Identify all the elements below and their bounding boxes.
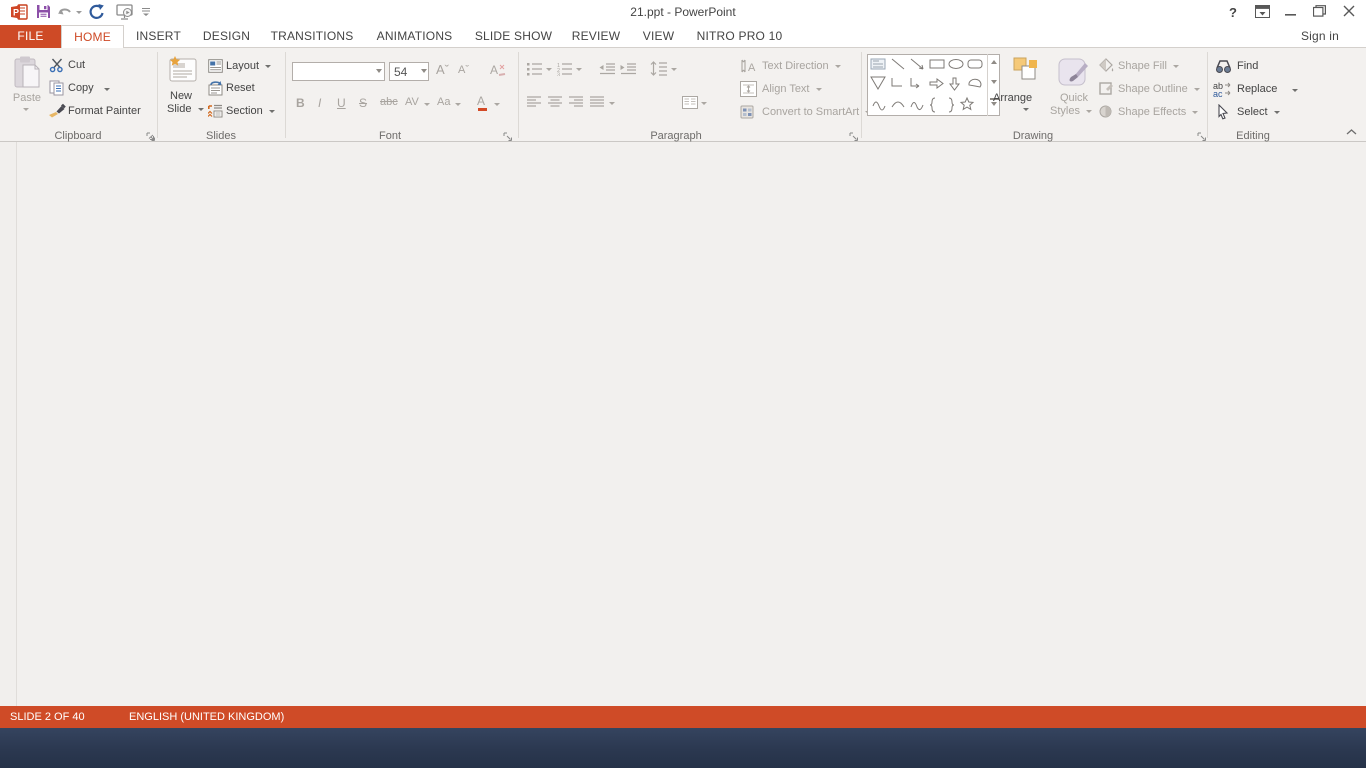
svg-text:ac: ac [1213, 89, 1223, 97]
svg-text:3: 3 [557, 73, 560, 77]
svg-text:A: A [490, 63, 498, 77]
svg-text:?: ? [1229, 5, 1237, 19]
svg-text:A: A [748, 62, 756, 74]
